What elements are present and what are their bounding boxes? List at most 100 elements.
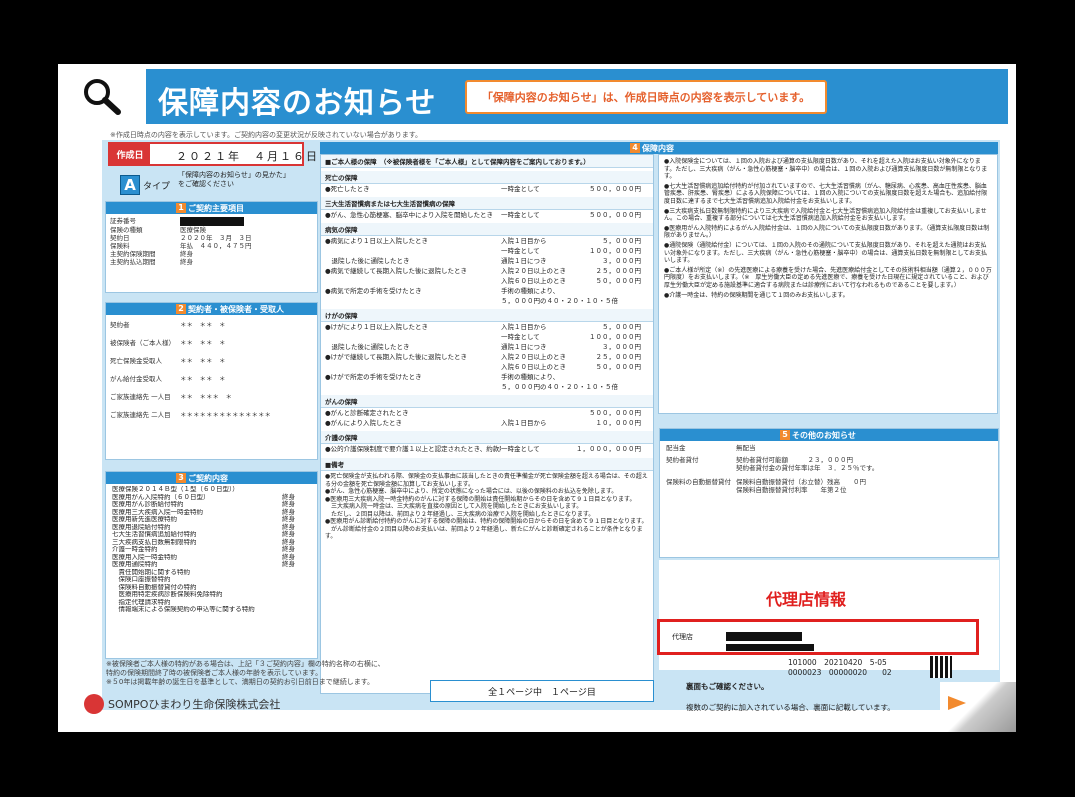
row-key <box>666 464 736 478</box>
row-value: 医療保険 <box>180 226 206 234</box>
coverage-note: ●三大疾病支払日数無制限特約により三大疾病で入院給付金と七大生活習慣病追加入院給… <box>664 207 987 223</box>
section-3-list: 医療保険２０１４Ｂ型（１型（６０日型）） 医療用がん入院特約（６０日型） 終身 医療用… <box>106 484 317 616</box>
row-value: 無配当 <box>736 444 756 452</box>
coverage-note: ●ご本人様が所定（※）の先進医療による療養を受けた場合、先進医療給付金としてその… <box>664 266 992 289</box>
coverage-event <box>325 247 501 255</box>
coverage-amount: ５００，０００円 <box>589 185 641 193</box>
row-key: 死亡保険金受取人 <box>110 357 162 365</box>
section-1-title: ご契約主要項目 <box>188 203 244 213</box>
search-icon <box>84 79 121 115</box>
party-row: がん給付金受取人 ＊＊ ＊＊ ＊ <box>110 375 313 393</box>
coverage-condition: 一時金として <box>501 247 540 255</box>
contract-item-name: 医療用特定疾病診断保険料免除特約 <box>112 591 223 598</box>
arrow-right-icon <box>948 696 966 710</box>
row-value: 保険料自動振替貸付（お立替）残高 ０円 <box>736 478 866 486</box>
coverage-amount: ３，０００円 <box>602 343 641 351</box>
coverage-condition: 手術の種類により、 <box>501 287 560 295</box>
section-2-number: 2 <box>176 304 186 314</box>
agent-label: 代理店 <box>672 633 693 641</box>
coverage-amount: １０，０００円 <box>595 419 642 427</box>
row-key: ご家族連絡先 二人目 <box>110 411 171 419</box>
coverage-amount: ５００，０００円 <box>589 211 641 219</box>
coverage-intro: ■ご本人様の保障 （※被保険者様を「ご本人様」として保障内容をご案内しております… <box>321 155 653 168</box>
section-3-title: ご契約内容 <box>188 473 228 483</box>
coverage-group-title: 死亡の保障 <box>321 171 653 184</box>
other-row: 契約者貸付金の貸付年率は年 ３．２５％です。 <box>666 464 992 478</box>
coverage-amount: ５０，０００円 <box>595 277 642 285</box>
row-key: 保険の種類 <box>110 226 143 234</box>
coverage-amount: ５０，０００円 <box>595 363 642 371</box>
coverage-amount <box>563 383 649 391</box>
contract-item-name: 保険料自動振替貸付の特約 <box>112 583 197 591</box>
remark-item: がん診断給付金の２回目以降のお支払いは、前回より２年経過し、新たにがんと診断確定… <box>325 525 643 541</box>
row-value: ＊＊ ＊＊ ＊ <box>180 321 226 329</box>
other-row: 保険料の自動振替貸付 保険料自動振替貸付（お立替）残高 ０円 <box>666 478 992 486</box>
footer-note: ※被保険者ご本人様の特約がある場合は、上記「３ご契約内容」欄の特約名称の右横に、… <box>106 660 385 687</box>
remark-item: ●医療用三大疾病入院一時金特約のがんに対する保障の開始は責任開始期からその日を含… <box>325 495 636 503</box>
coverage-groups: 死亡の保障 ●死亡したとき 一時金として ５００，０００円 三大生活習慣病または七大生活… <box>321 171 653 454</box>
coverage-row: 入院６０日以上のとき ５０，０００円 <box>321 276 653 286</box>
header: 保障内容のお知らせ 「保障内容のお知らせ」は、作成日時点の内容を表示しています。 <box>58 64 1016 126</box>
coverage-condition: 一時金として <box>501 445 540 453</box>
coverage-amount: ２５，０００円 <box>595 353 642 361</box>
coverage-group-title: けがの保障 <box>321 309 653 322</box>
coverage-row: 一時金として １００，０００円 <box>321 332 653 342</box>
qr-code-icon <box>930 656 952 678</box>
coverage-row: 入院６０日以上のとき ５０，０００円 <box>321 362 653 372</box>
coverage-condition: ５，０００円の４０・２０・１０・５倍 <box>501 297 618 305</box>
coverage-row: ５，０００円の４０・２０・１０・５倍 <box>321 382 653 392</box>
agent-box: 代理店 <box>657 619 979 655</box>
section-4-number: 4 <box>630 143 640 153</box>
section-parties: 2 契約者・被保険者・受取人 契約者 ＊＊ ＊＊ ＊ 被保険者（ご本人様） ＊＊ ＊… <box>105 302 318 460</box>
contract-item-name: 医療用入院一時金特約 <box>112 553 177 561</box>
contract-item-name: 三大疾病支払日数無制限特約 <box>112 538 197 546</box>
section-3-number: 3 <box>176 473 186 483</box>
coverage-event: ●公的介護保険制度で要介護１以上と認定されたとき、約款所定の要介護状態になったと… <box>325 445 501 453</box>
remark-item: 三大疾病入院一時金は、三大疾病を直接の原因として入院を開始したときにお支払いしま… <box>325 503 583 510</box>
section-contract-main: 1 ご契約主要項目 証券番号 保険の種類 医療保険 契約日 ２０２０年 ３月 ３日 … <box>105 201 318 293</box>
search-box <box>68 70 138 122</box>
coverage-group-title: 三大生活習慣病または七大生活習慣病の保障 <box>321 197 653 210</box>
row-value: 契約者貸付金の貸付年率は年 ３．２５％です。 <box>736 464 879 472</box>
party-row: ご家族連絡先 二人目 ＊＊＊＊＊＊＊＊＊＊＊＊＊＊ <box>110 411 313 429</box>
contract-item-name: 医療用がん診断給付特約 <box>112 501 184 508</box>
coverage-note: ●七大生活習慣病追加給付特約が付加されていますので、七大生活習慣病（がん、糖尿病… <box>664 182 988 205</box>
contract-item-name: 医療保険２０１４Ｂ型（１型（６０日型）） <box>112 486 239 493</box>
coverage-event: ●がん、急性心筋梗塞、脳卒中により入院を開始したとき <box>325 211 494 219</box>
contract-item-name: 医療用がん入院特約（６０日型） <box>112 493 210 501</box>
row-premium: 保険料 年払 ４４０，４７５円 <box>110 242 313 250</box>
row-value: ＊＊＊＊＊＊＊＊＊＊＊＊＊＊ <box>180 411 271 419</box>
other-row: 契約者貸付 契約者貸付可能額 ２３，０００円 <box>666 456 992 464</box>
remark-item: ただし、２回目以降は、前回より２年経過し、三大疾病の治療で入院を開始したときにな… <box>325 510 595 518</box>
party-row: ご家族連絡先 一人目 ＊＊ ＊＊＊ ＊ <box>110 393 313 411</box>
coverage-amount: ２５，０００円 <box>595 267 642 275</box>
section-5-number: 5 <box>780 430 790 440</box>
row-key <box>666 486 736 494</box>
coverage-condition: 一時金として <box>501 333 540 341</box>
remark-item: ●死亡保険金が支払われる際、保険金の支払事由に該当したときの責任準備金が死亡保険… <box>325 473 648 488</box>
coverage-condition: 入院１日目から <box>501 237 547 245</box>
section-other-info: 5 その他のお知らせ 配当金 無配当 契約者貸付 契約者貸付可能額 ２３，０００円 … <box>659 428 999 558</box>
coverage-row: ●病気により１日以上入院したとき 入院１日目から ５，０００円 <box>321 236 653 246</box>
coverage-row: ●死亡したとき 一時金として ５００，０００円 <box>321 184 653 194</box>
section-5-title: その他のお知らせ <box>792 430 856 440</box>
section-1-header: 1 ご契約主要項目 <box>106 202 317 214</box>
coverage-amount: １００，０００円 <box>589 247 641 255</box>
coverage-event: ●けがで所定の手術を受けたとき <box>325 373 422 381</box>
coverage-amount: ５，０００円 <box>602 323 641 331</box>
contract-item-name: 医療用三大疾病入院一時金特約 <box>112 508 203 516</box>
type-note-line2: をご確認ください <box>178 180 234 188</box>
row-insurance-type: 保険の種類 医療保険 <box>110 226 313 234</box>
row-key: 主契約払込期間 <box>110 258 156 266</box>
contract-item: 情報端末による保険契約の申込等に関する特約 <box>112 606 311 614</box>
footer-note-2: 特約の保険期間終了時の被保険者ご本人様の年齢を表示しています。 <box>106 669 323 677</box>
coverage-group-title: がんの保障 <box>321 395 653 408</box>
coverage-note: ●医療用がん入院特約によるがん入院給付金は、１回の入院についての支払限度日数があ… <box>664 224 990 240</box>
back-check: 裏面もご確認ください。 <box>686 682 769 691</box>
coverage-condition: 入院６０日以上のとき <box>501 363 566 371</box>
coverage-event: ●けがで継続して長期入院した後に退院したとき <box>325 353 467 361</box>
contract-item-term: 終身 <box>282 560 295 568</box>
coverage-event: ●がんと診断確定されたとき <box>325 409 409 417</box>
coverage-left-column: ■ご本人様の保障 （※被保険者様を「ご本人様」として保障内容をご案内しております… <box>320 154 654 694</box>
row-value: 契約者貸付可能額 ２３，０００円 <box>736 456 853 464</box>
